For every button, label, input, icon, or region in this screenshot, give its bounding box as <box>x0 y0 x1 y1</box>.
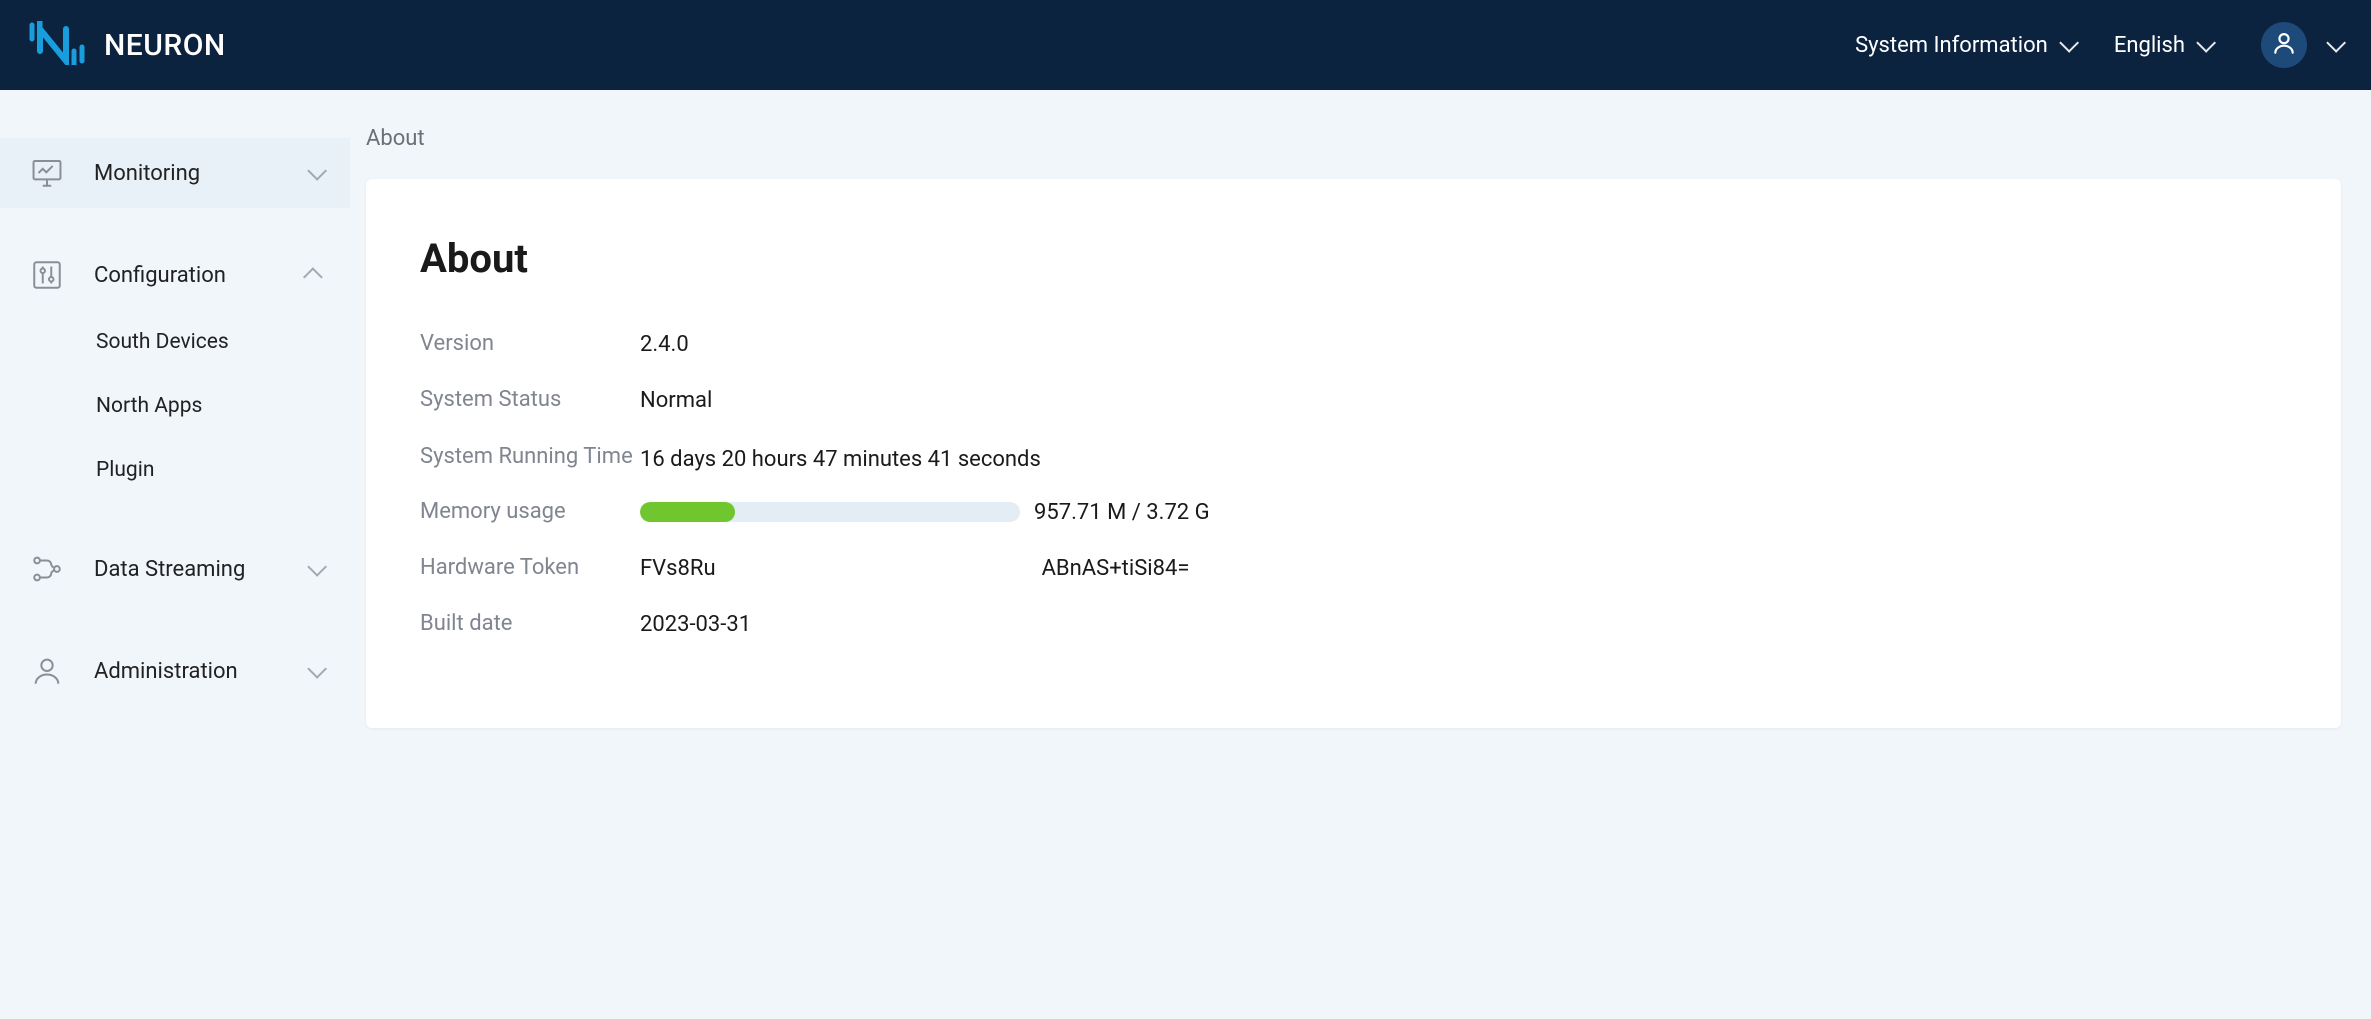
sidebar-item-north-apps[interactable]: North Apps <box>0 374 350 438</box>
monitor-icon <box>30 156 64 190</box>
sidebar-item-administration[interactable]: Administration <box>0 636 350 706</box>
label-built-date: Built date <box>420 609 640 639</box>
sidebar-item-data-streaming[interactable]: Data Streaming <box>0 534 350 604</box>
sidebar-item-plugin[interactable]: Plugin <box>0 438 350 502</box>
user-admin-icon <box>30 654 64 688</box>
sidebar-item-label: Monitoring <box>94 161 308 186</box>
chevron-down-icon <box>2326 33 2346 53</box>
app-header: NEURON System Information English <box>0 0 2371 90</box>
label-version: Version <box>420 329 640 359</box>
language-menu[interactable]: English <box>2114 33 2211 58</box>
about-card: About Version 2.4.0 System Status Normal… <box>366 179 2341 728</box>
label-memory-usage: Memory usage <box>420 497 640 527</box>
chevron-down-icon <box>307 659 327 679</box>
memory-progress <box>640 502 1020 522</box>
row-version: Version 2.4.0 <box>420 328 2287 360</box>
user-icon <box>2271 30 2297 61</box>
value-built-date: 2023-03-31 <box>640 612 751 637</box>
value-system-status: Normal <box>640 388 712 413</box>
sidebar-item-south-devices[interactable]: South Devices <box>0 310 350 374</box>
chevron-down-icon <box>2196 33 2216 53</box>
sidebar-item-label: South Devices <box>96 330 229 354</box>
main-content: About About Version 2.4.0 System Status … <box>350 90 2371 1019</box>
token-suffix: ABnAS+tiSi84= <box>1042 556 1190 581</box>
breadcrumb: About <box>366 126 2341 151</box>
sliders-icon <box>30 258 64 292</box>
label-system-status: System Status <box>420 385 640 415</box>
sidebar-item-label: Administration <box>94 659 308 684</box>
value-version: 2.4.0 <box>640 332 689 357</box>
label-hardware-token: Hardware Token <box>420 553 640 583</box>
value-running-time: 16 days 20 hours 47 minutes 41 seconds <box>640 447 1041 472</box>
sidebar-item-label: Configuration <box>94 263 308 288</box>
brand-name: NEURON <box>104 28 226 63</box>
memory-progress-bar <box>640 502 735 522</box>
language-label: English <box>2114 33 2185 58</box>
page-title: About <box>420 235 2287 282</box>
sidebar-item-label: Plugin <box>96 458 154 482</box>
brand[interactable]: NEURON <box>26 21 226 70</box>
sidebar: Monitoring Configuration <box>0 90 350 1019</box>
avatar[interactable] <box>2261 22 2307 68</box>
sidebar-item-monitoring[interactable]: Monitoring <box>0 138 350 208</box>
row-system-status: System Status Normal <box>420 384 2287 416</box>
row-memory-usage: Memory usage 957.71 M / 3.72 G <box>420 496 2287 528</box>
label-running-time: System Running Time <box>420 442 640 472</box>
user-menu[interactable] <box>2327 38 2341 52</box>
token-prefix: FVs8Ru <box>640 556 716 581</box>
system-information-menu[interactable]: System Information <box>1855 33 2074 58</box>
row-running-time: System Running Time 16 days 20 hours 47 … <box>420 440 2287 472</box>
sidebar-item-label: North Apps <box>96 394 202 418</box>
system-information-label: System Information <box>1855 33 2048 58</box>
chevron-down-icon <box>307 161 327 181</box>
flow-icon <box>30 552 64 586</box>
token-blurred <box>714 554 1044 582</box>
row-built-date: Built date 2023-03-31 <box>420 608 2287 640</box>
logo-icon <box>26 21 86 70</box>
chevron-down-icon <box>307 557 327 577</box>
value-memory-usage: 957.71 M / 3.72 G <box>1034 500 1210 525</box>
row-hardware-token: Hardware Token FVs8Ru ABnAS+tiSi84= <box>420 552 2287 584</box>
sidebar-item-configuration[interactable]: Configuration <box>0 240 350 310</box>
value-hardware-token: FVs8Ru ABnAS+tiSi84= <box>640 554 1189 582</box>
chevron-down-icon <box>2059 33 2079 53</box>
sidebar-item-label: Data Streaming <box>94 557 308 582</box>
